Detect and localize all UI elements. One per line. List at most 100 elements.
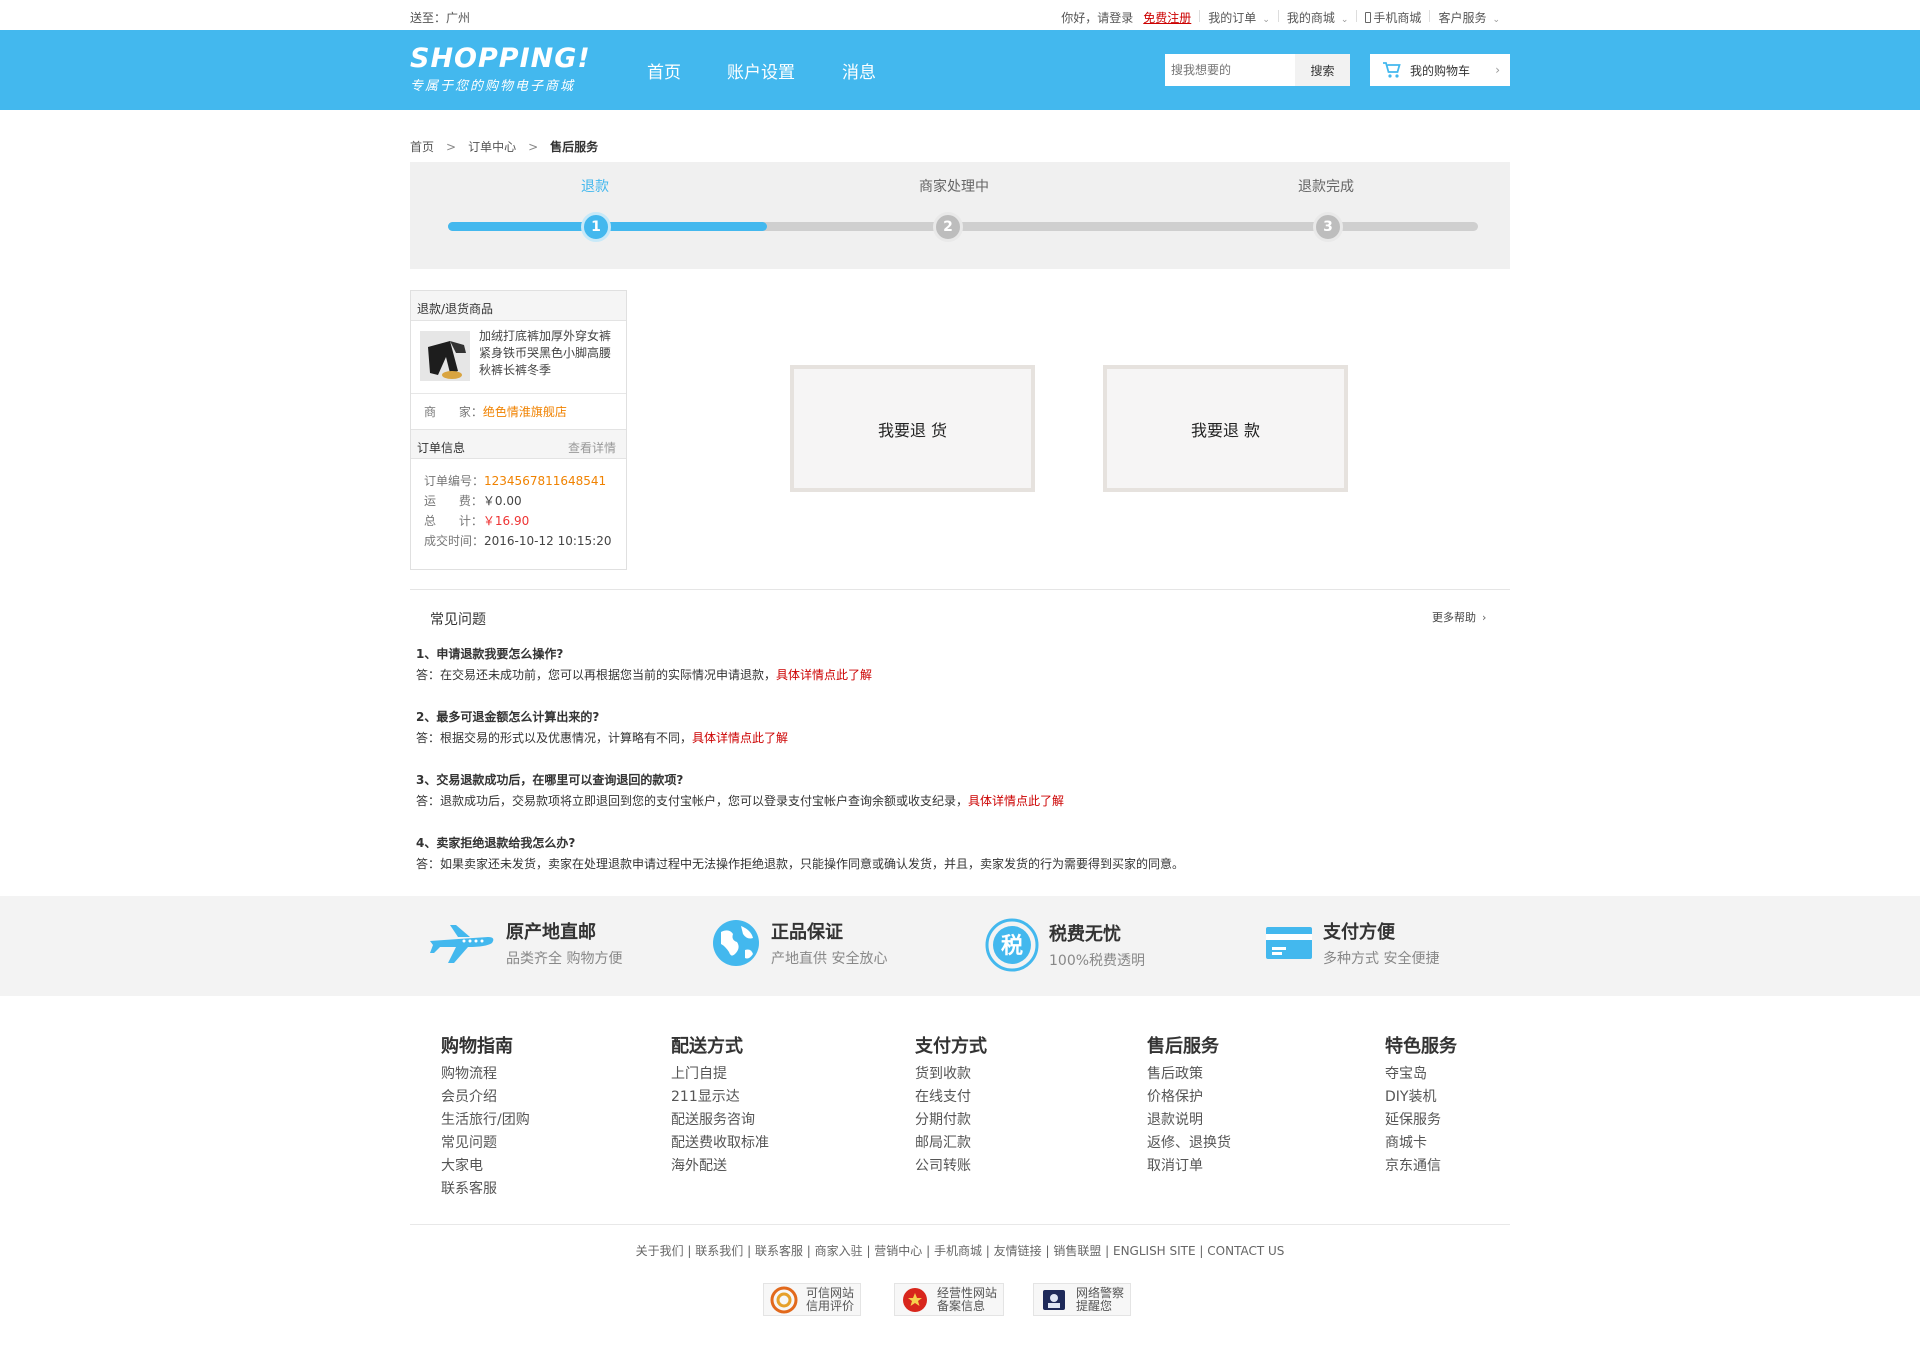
business-record-badge[interactable]: 经营性网站 备案信息 [894, 1283, 1005, 1316]
total-label: 总 计： [424, 514, 483, 528]
footer-link[interactable]: 在线支付 [915, 1086, 987, 1109]
more-help-link[interactable]: 更多帮助 › [1432, 609, 1486, 625]
more-help-label: 更多帮助 [1432, 611, 1476, 624]
feature-subtitle: 品类齐全 购物方便 [506, 951, 623, 967]
feature-title: 税费无忧 [1049, 924, 1121, 945]
footer-link[interactable]: DIY装机 [1385, 1086, 1457, 1109]
footer-link[interactable]: 联系客服 [441, 1178, 530, 1201]
faq-answer: 答：如果卖家还未发货，卖家在处理退款申请过程中无法操作拒绝退款，只能操作同意或确… [416, 855, 1184, 872]
footer-link[interactable]: 购物流程 [441, 1063, 530, 1086]
product-name[interactable]: 加绒打底裤加厚外穿女裤紧身铁币哭黑色小脚高腰秋裤长裤冬季 [479, 328, 619, 379]
feature-subtitle: 多种方式 安全便捷 [1323, 951, 1440, 967]
faq-question: 2、最多可退金额怎么计算出来的? [416, 710, 600, 724]
view-details-link[interactable]: 查看详情 [568, 439, 616, 456]
badge-line-1: 可信网站 [806, 1285, 855, 1300]
feature-title: 支付方便 [1323, 922, 1395, 943]
header: SHOPPING! 专属于您的购物电子商城 首页 账户设置 消息 搜索 我的购物… [0, 30, 1920, 110]
site-logo[interactable]: SHOPPING! 专属于您的购物电子商城 [410, 43, 591, 94]
nav-messages[interactable]: 消息 [842, 58, 876, 83]
footer-col-special-services: 特色服务 夺宝岛 DIY装机 延保服务 商城卡 京东通信 [1385, 1032, 1457, 1178]
footer-link[interactable]: 返修、退换货 [1147, 1132, 1231, 1155]
breadcrumb-order-center[interactable]: 订单中心 [468, 140, 516, 154]
footer-link[interactable]: 邮局汇款 [915, 1132, 987, 1155]
badge-line-2: 信用评价 [806, 1298, 855, 1313]
faq-answer-text: 答：在交易还未成功前，您可以再根据您当前的实际情况申请退款， [416, 668, 777, 682]
footer-link[interactable]: 海外配送 [671, 1155, 769, 1178]
footer-col-title: 特色服务 [1385, 1036, 1457, 1057]
login-prompt[interactable]: 你好，请登录 [1061, 9, 1133, 26]
cyber-police-badge[interactable]: 网络警察 提醒您 [1033, 1283, 1132, 1316]
footer-link[interactable]: 夺宝岛 [1385, 1063, 1457, 1086]
faq-answer-text: 答：退款成功后，交易款项将立即退回到您的支付宝帐户，您可以登录支付宝帐户查询余额… [416, 794, 969, 808]
return-goods-button[interactable]: 我要退 货 [790, 365, 1035, 492]
footer-link[interactable]: 货到收款 [915, 1063, 987, 1086]
merchant-name[interactable]: 绝色情淮旗舰店 [483, 405, 567, 419]
order-number[interactable]: 1234567811648541 [484, 474, 606, 488]
trusted-site-badge[interactable]: 可信网站 信用评价 [763, 1283, 862, 1316]
freight-value: ￥0.00 [482, 494, 522, 508]
goods-header: 退款/退货商品 [411, 291, 626, 321]
footer-link[interactable]: 配送服务咨询 [671, 1109, 769, 1132]
search-button[interactable]: 搜索 [1295, 54, 1350, 86]
footer-links[interactable]: 关于我们 | 联系我们 | 联系客服 | 商家入驻 | 营销中心 | 手机商城 … [0, 1242, 1920, 1259]
footer-link[interactable]: 价格保护 [1147, 1086, 1231, 1109]
footer-link[interactable]: 配送费收取标准 [671, 1132, 769, 1155]
footer-link[interactable]: 会员介绍 [441, 1086, 530, 1109]
nav-account-settings[interactable]: 账户设置 [727, 58, 795, 83]
order-number-label: 订单编号： [424, 474, 485, 488]
order-info-title: 订单信息 [417, 441, 466, 455]
step-node-3: 3 [1313, 212, 1343, 242]
top-bar: 送至：广州 你好，请登录 免费注册 我的订单 ⌄ 我的商城 ⌄ 手机商城 客户服务 ⌄ [0, 0, 1920, 30]
chevron-down-icon: ⌄ [1262, 15, 1270, 25]
divider [1277, 10, 1279, 22]
feature-authentic: 正品保证 产地直供 安全放心 [711, 918, 887, 968]
card-icon [1266, 927, 1312, 959]
deal-time-value: 2016-10-12 10:15:20 [484, 534, 612, 548]
airplane-icon [430, 925, 494, 963]
my-mall-menu[interactable]: 我的商城 ⌄ [1287, 9, 1349, 26]
refund-only-button[interactable]: 我要退 款 [1103, 365, 1348, 492]
footer-col-delivery: 配送方式 上门自提 211显示达 配送服务咨询 配送费收取标准 海外配送 [671, 1032, 769, 1178]
divider [411, 393, 626, 394]
footer-link[interactable]: 生活旅行/团购 [441, 1109, 530, 1132]
footer-link[interactable]: 延保服务 [1385, 1109, 1457, 1132]
footer-link[interactable]: 大家电 [441, 1155, 530, 1178]
breadcrumb-home[interactable]: 首页 [410, 140, 434, 154]
my-orders-menu[interactable]: 我的订单 ⌄ [1208, 9, 1270, 26]
mobile-mall-link[interactable]: 手机商城 [1365, 9, 1421, 26]
footer-link[interactable]: 取消订单 [1147, 1155, 1231, 1178]
divider [1429, 10, 1431, 22]
emblem-icon [903, 1287, 927, 1312]
order-info-header: 订单信息 查看详情 [411, 429, 626, 459]
register-link[interactable]: 免费注册 [1143, 9, 1191, 26]
footer-link[interactable]: 上门自提 [671, 1063, 769, 1086]
nav-home[interactable]: 首页 [647, 58, 681, 83]
mobile-mall-label: 手机商城 [1373, 11, 1422, 25]
footer-link[interactable]: 售后政策 [1147, 1063, 1231, 1086]
divider [1199, 10, 1201, 22]
footer-link[interactable]: 分期付款 [915, 1109, 987, 1132]
total-value: ￥16.90 [482, 514, 530, 528]
footer-col-after-sales: 售后服务 售后政策 价格保护 退款说明 返修、退换货 取消订单 [1147, 1032, 1231, 1178]
footer-link[interactable]: 公司转账 [915, 1155, 987, 1178]
step-node-1: 1 [581, 212, 611, 242]
freight-row: 运 费：￥0.00 [424, 492, 522, 509]
ship-to-location[interactable]: 送至：广州 [410, 9, 470, 26]
product-thumbnail[interactable] [420, 331, 470, 381]
footer-link[interactable]: 退款说明 [1147, 1109, 1231, 1132]
step-label-merchant-processing: 商家处理中 [919, 179, 989, 195]
faq-detail-link[interactable]: 具体详情点此了解 [968, 794, 1064, 808]
faq-detail-link[interactable]: 具体详情点此了解 [776, 668, 872, 682]
footer-col-title: 配送方式 [671, 1036, 743, 1057]
footer-link[interactable]: 常见问题 [441, 1132, 530, 1155]
footer-link[interactable]: 211显示达 [671, 1086, 769, 1109]
customer-service-menu[interactable]: 客户服务 ⌄ [1438, 9, 1500, 26]
search-input[interactable] [1165, 54, 1295, 86]
my-orders-label: 我的订单 [1208, 11, 1257, 25]
breadcrumb-separator-icon: > [446, 140, 457, 154]
faq-answer-text: 答：如果卖家还未发货，卖家在处理退款申请过程中无法操作拒绝退款，只能操作同意或确… [416, 857, 1185, 871]
faq-detail-link[interactable]: 具体详情点此了解 [692, 731, 788, 745]
cart-button[interactable]: 我的购物车 › [1370, 54, 1510, 86]
footer-link[interactable]: 京东通信 [1385, 1155, 1457, 1178]
footer-link[interactable]: 商城卡 [1385, 1132, 1457, 1155]
